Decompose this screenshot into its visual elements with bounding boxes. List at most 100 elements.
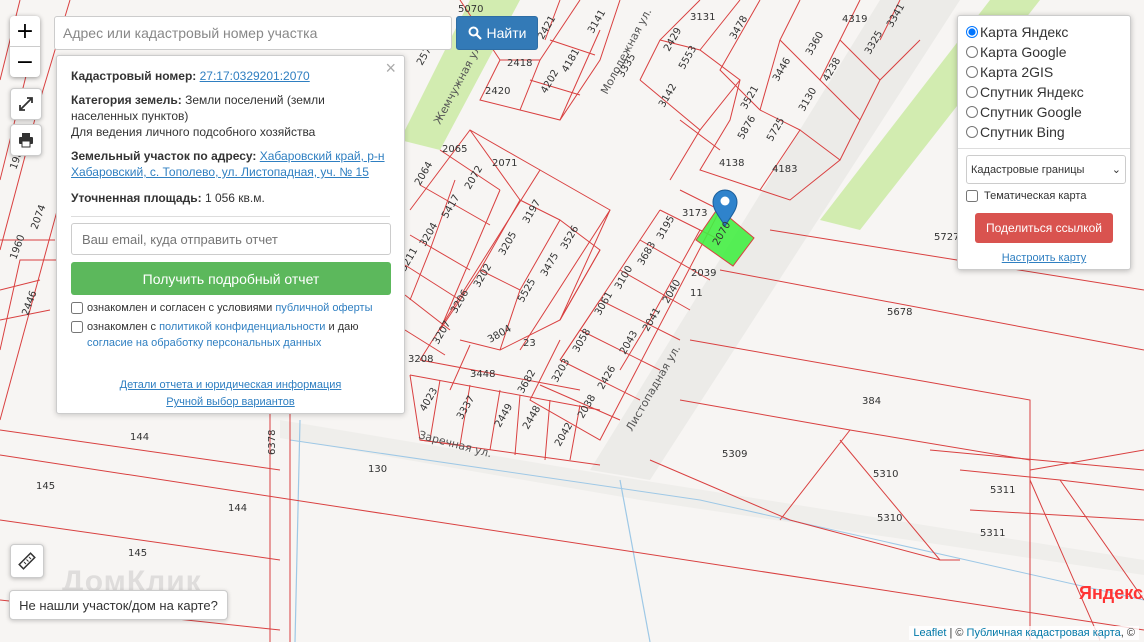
parcel-label: 3131 — [690, 12, 715, 23]
ruler-icon — [18, 552, 36, 570]
layer-label: Спутник Яндекс — [980, 84, 1084, 100]
usage-value: Для ведения личного подсобного хозяйства — [71, 125, 316, 139]
search-button[interactable]: Найти — [456, 16, 538, 50]
not-found-button[interactable]: Не нашли участок/дом на карте? — [9, 590, 228, 620]
ruler-button[interactable] — [10, 544, 44, 578]
yandex-logo: Яндекс — [1079, 583, 1143, 604]
share-link-button[interactable]: Поделиться ссылкой — [975, 213, 1113, 243]
attribution-copy: , © — [1120, 627, 1135, 639]
layer-option[interactable]: Спутник Яндекс — [966, 82, 1122, 102]
agree-privacy-checkbox[interactable] — [71, 321, 83, 334]
parcel-label: 145 — [128, 548, 147, 559]
parcel-label: 4183 — [772, 164, 797, 175]
agree-privacy-row: ознакомлен с политикой конфиденциальност… — [71, 319, 390, 351]
layer-radio[interactable] — [966, 26, 978, 38]
search-icon — [468, 26, 482, 40]
parcel-label: 384 — [862, 396, 881, 407]
layer-option[interactable]: Карта Google — [966, 42, 1122, 62]
overlay-select-value: Кадастровые границы — [971, 163, 1085, 176]
parcel-label: 130 — [368, 464, 387, 475]
layer-label: Спутник Bing — [980, 124, 1065, 140]
details-link[interactable]: Детали отчета и юридическая информация — [120, 379, 342, 391]
agree-offer-text: ознакомлен и согласен с условиями — [87, 302, 276, 314]
privacy-link[interactable]: политикой конфиденциальности — [159, 321, 325, 333]
zoom-out-button[interactable]: − — [10, 47, 40, 77]
consent-link[interactable]: согласие на обработку персональных данны… — [87, 337, 321, 349]
get-report-button[interactable]: Получить подробный отчет — [71, 262, 391, 295]
search-button-label: Найти — [486, 25, 527, 41]
search-input[interactable] — [54, 16, 452, 50]
parcel-label: 3208 — [408, 354, 433, 365]
divider — [958, 148, 1130, 149]
layer-label: Карта 2GIS — [980, 64, 1054, 80]
expand-icon — [19, 97, 33, 111]
address-label: Земельный участок по адресу: — [71, 149, 257, 163]
parcel-label: 4319 — [842, 14, 867, 25]
agree-privacy-text: ознакомлен с — [87, 321, 160, 333]
category-row: Категория земель: Земли поселений (земли… — [71, 92, 390, 140]
area-label: Уточненная площадь: — [71, 191, 202, 205]
parcel-label: 3448 — [470, 369, 495, 380]
parcel-label: 4138 — [719, 158, 744, 169]
parcel-label: 144 — [130, 432, 149, 443]
layer-radio[interactable] — [966, 106, 978, 118]
email-field[interactable] — [71, 223, 391, 255]
category-label: Категория земель: — [71, 93, 182, 107]
configure-map-link[interactable]: Настроить карту — [966, 252, 1122, 264]
parcel-label: 2420 — [485, 86, 510, 97]
layers-panel: Карта Яндекс Карта Google Карта 2GIS Спу… — [957, 15, 1131, 270]
parcel-label: 5309 — [722, 449, 747, 460]
yandex-logo-text: Яндекс — [1079, 583, 1144, 603]
parcel-label: 5310 — [873, 469, 898, 480]
close-icon[interactable]: × — [385, 59, 396, 77]
area-row: Уточненная площадь: 1 056 кв.м. — [71, 190, 390, 206]
parcel-label: 2071 — [492, 158, 517, 169]
zoom-in-button[interactable]: + — [10, 16, 40, 47]
parcel-label: 5678 — [887, 307, 912, 318]
thematic-checkbox[interactable] — [966, 190, 978, 202]
parcel-label: 6378 — [267, 430, 278, 455]
layer-option[interactable]: Карта Яндекс — [966, 22, 1122, 42]
zoom-control: + − — [10, 16, 40, 77]
layer-radio[interactable] — [966, 86, 978, 98]
fullscreen-button[interactable] — [10, 88, 42, 120]
parcel-label: 2065 — [442, 144, 467, 155]
layer-radio[interactable] — [966, 66, 978, 78]
offer-link[interactable]: публичной оферты — [275, 302, 372, 314]
layer-option[interactable]: Спутник Google — [966, 102, 1122, 122]
parcel-label: 5311 — [980, 528, 1005, 539]
cad-number-label: Кадастровый номер: — [71, 69, 197, 83]
overlay-select[interactable]: Кадастровые границы ⌄ — [966, 155, 1126, 184]
pkk-link[interactable]: Публичная кадастровая карта — [967, 627, 1121, 639]
agree-privacy-text2: и даю — [325, 321, 359, 333]
parcel-label: 3173 — [682, 208, 707, 219]
parcel-label: 5311 — [990, 485, 1015, 496]
layer-radio[interactable] — [966, 46, 978, 58]
parcel-label: 5070 — [458, 4, 483, 15]
cad-number-row: Кадастровый номер: 27:17:0329201:2070 — [71, 68, 390, 84]
manual-select-link[interactable]: Ручной выбор вариантов — [166, 396, 294, 408]
layer-radio[interactable] — [966, 126, 978, 138]
layer-option[interactable]: Спутник Bing — [966, 122, 1122, 142]
parcel-label: 145 — [36, 481, 55, 492]
parcel-label: 5310 — [877, 513, 902, 524]
address-row: Земельный участок по адресу: Хабаровский… — [71, 148, 390, 180]
thematic-label: Тематическая карта — [984, 190, 1087, 202]
layer-option[interactable]: Карта 2GIS — [966, 62, 1122, 82]
attribution-sep: | © — [946, 627, 967, 639]
print-button[interactable] — [10, 124, 42, 156]
parcel-label: 2039 — [691, 268, 716, 279]
parcel-info-panel: × Кадастровый номер: 27:17:0329201:2070 … — [56, 55, 405, 414]
info-links: Детали отчета и юридическая информация Р… — [71, 377, 390, 411]
cad-number-link[interactable]: 27:17:0329201:2070 — [200, 69, 310, 83]
agree-offer-checkbox[interactable] — [71, 302, 83, 315]
layer-label: Карта Яндекс — [980, 24, 1069, 40]
parcel-label: 144 — [228, 503, 247, 514]
attribution: Leaflet | © Публичная кадастровая карта,… — [909, 626, 1139, 640]
area-value: 1 056 кв.м. — [204, 191, 265, 205]
leaflet-link[interactable]: Leaflet — [913, 627, 946, 639]
parcel-label: 23 — [523, 338, 536, 349]
divider — [71, 216, 390, 217]
chevron-down-icon: ⌄ — [1111, 164, 1121, 176]
parcel-label: 2418 — [507, 58, 532, 69]
